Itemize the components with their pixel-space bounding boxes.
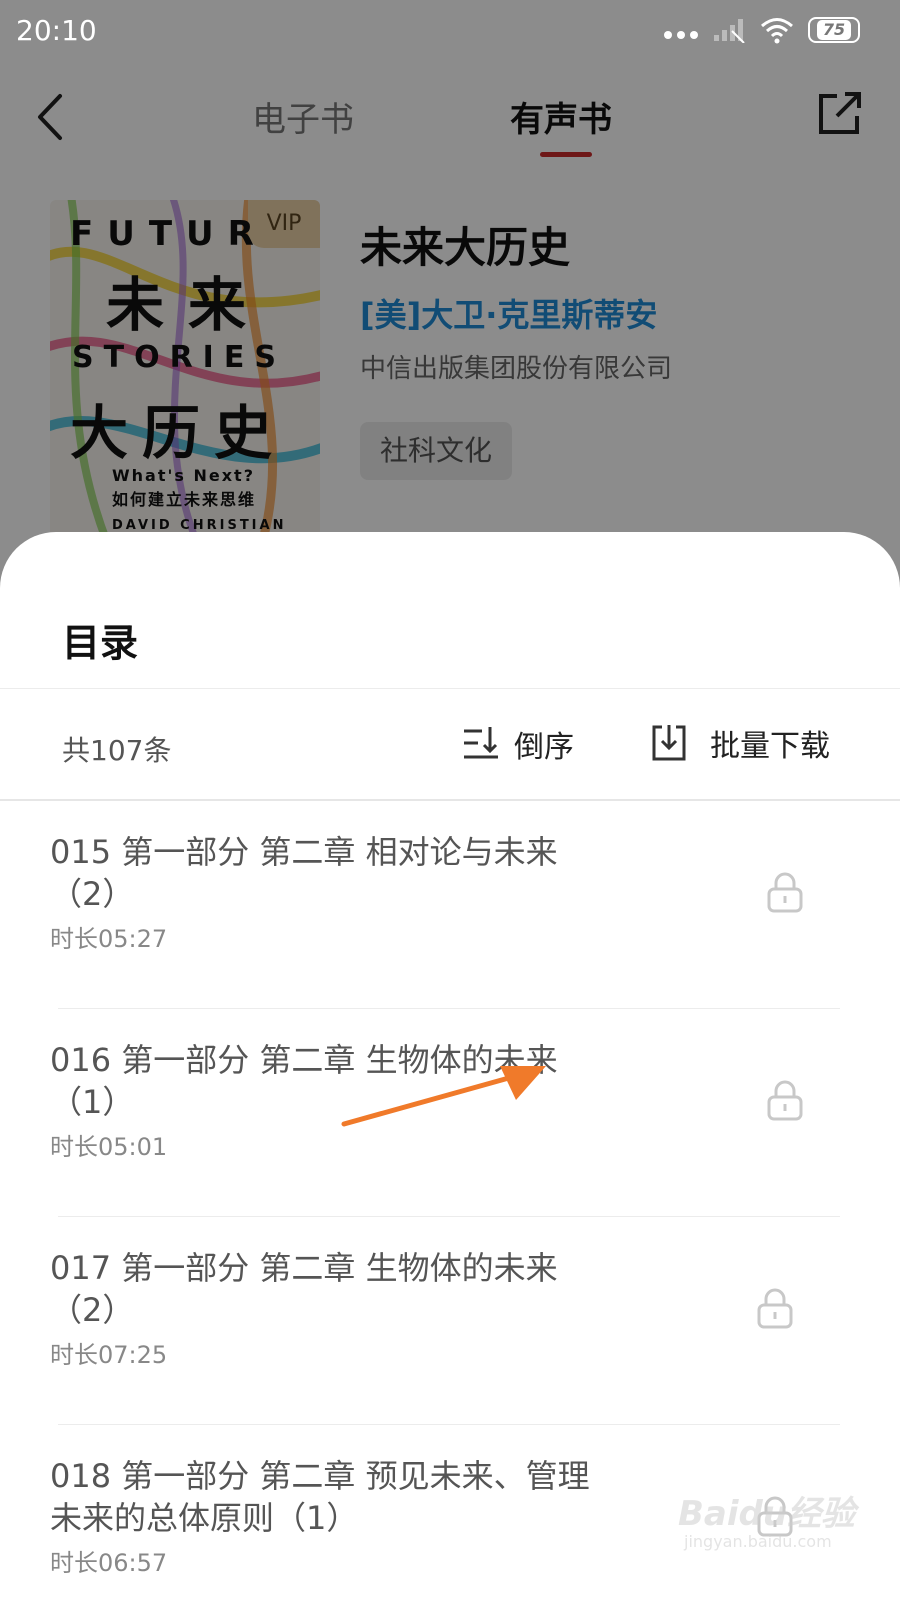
lock-icon [767, 872, 803, 913]
episode-duration: 时长05:01 [50, 1133, 168, 1161]
sort-icon [464, 727, 498, 759]
watermark: Baidu经验 jingyan.baidu.com [678, 1486, 868, 1556]
episode-duration: 时长06:57 [50, 1549, 168, 1577]
wifi-icon [761, 18, 793, 44]
episode-title: 018 第一部分 第二章 预见未来、管理未来的总体原则（1） [50, 1457, 590, 1537]
download-icon [652, 725, 686, 761]
battery-level: 75 [816, 20, 852, 40]
batch-download-button[interactable]: 批量下载 [650, 715, 830, 771]
episode-item[interactable]: 017 第一部分 第二章 生物体的未来（2） 时长07:25 [0, 1217, 900, 1425]
more-notifications-icon [664, 31, 698, 39]
toc-toolbar: 共107条 倒序 批量下载 [0, 689, 900, 799]
battery-icon: 75 [808, 17, 860, 43]
toc-title: 目录 [62, 621, 139, 665]
episode-title: 017 第一部分 第二章 生物体的未来（2） [50, 1249, 558, 1329]
reverse-order-button[interactable]: 倒序 [462, 717, 574, 771]
episode-duration: 时长07:25 [50, 1341, 168, 1369]
batch-download-label: 批量下载 [710, 729, 830, 764]
lock-icon [757, 1288, 793, 1329]
episode-list: 015 第一部分 第二章 相对论与未来（2） 时长05:27 016 第一部分 … [0, 801, 900, 1600]
episode-duration: 时长05:27 [50, 925, 168, 953]
status-icons: 75 [664, 16, 860, 44]
reverse-order-label: 倒序 [514, 730, 574, 765]
status-time: 20:10 [16, 14, 97, 47]
watermark-brand: Baidu经验 [678, 1494, 856, 1534]
lock-icon [767, 1080, 803, 1121]
annotation-arrow-icon [341, 1066, 546, 1127]
episode-count: 共107条 [62, 734, 172, 767]
episode-item[interactable]: 015 第一部分 第二章 相对论与未来（2） 时长05:27 [0, 801, 900, 1009]
watermark-url: jingyan.baidu.com [684, 1532, 832, 1551]
status-bar: 20:10 75 [0, 0, 900, 62]
cellular-signal-icon [714, 19, 745, 43]
episode-title: 015 第一部分 第二章 相对论与未来（2） [50, 833, 558, 913]
